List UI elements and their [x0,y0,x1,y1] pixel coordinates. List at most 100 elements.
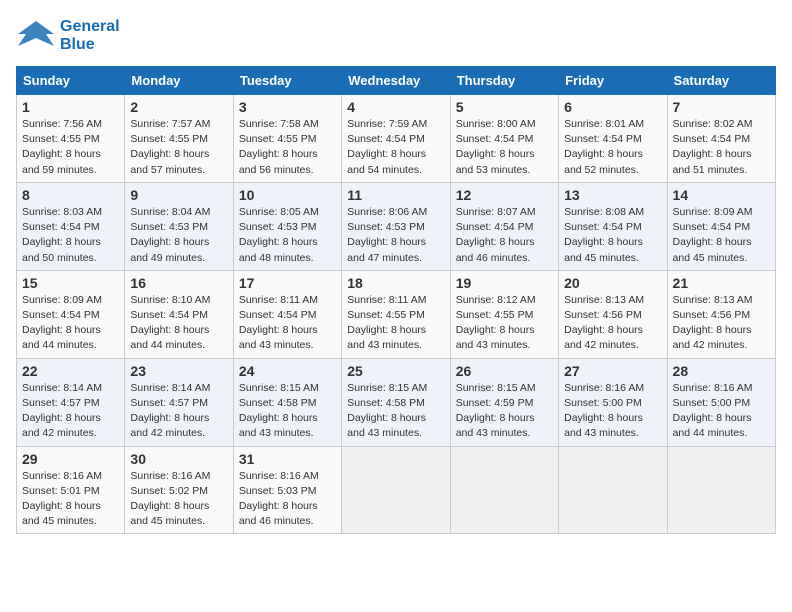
calendar-cell: 28Sunrise: 8:16 AMSunset: 5:00 PMDayligh… [667,358,775,446]
calendar-cell: 25 Sunrise: 8:15 AMSunset: 4:58 PMDayligh… [342,358,450,446]
calendar-cell: 22 Sunrise: 8:14 AMSunset: 4:57 PMDayligh… [17,358,125,446]
day-number: 19 [456,275,553,291]
day-detail: Sunrise: 8:14 AMSunset: 4:57 PMDaylight:… [22,381,119,442]
day-detail: Sunrise: 8:09 AMSunset: 4:54 PMDaylight:… [22,293,119,354]
day-detail: Sunrise: 8:04 AMSunset: 4:53 PMDaylight:… [130,205,227,266]
day-number: 16 [130,275,227,291]
day-detail: Sunrise: 8:15 AMSunset: 4:59 PMDaylight:… [456,381,553,442]
calendar-cell: 27 Sunrise: 8:16 AMSunset: 5:00 PMDayligh… [559,358,667,446]
day-number: 10 [239,187,336,203]
calendar-cell [667,446,775,534]
day-number: 28 [673,363,770,379]
day-number: 12 [456,187,553,203]
calendar-cell: 18 Sunrise: 8:11 AMSunset: 4:55 PMDayligh… [342,270,450,358]
day-number: 18 [347,275,444,291]
calendar-cell: 15 Sunrise: 8:09 AMSunset: 4:54 PMDayligh… [17,270,125,358]
day-number: 29 [22,451,119,467]
day-number: 8 [22,187,119,203]
day-detail: Sunrise: 8:03 AMSunset: 4:54 PMDaylight:… [22,205,119,266]
calendar-cell: 5 Sunrise: 8:00 AMSunset: 4:54 PMDaylight… [450,95,558,183]
day-detail: Sunrise: 8:09 AMSunset: 4:54 PMDaylight:… [673,205,770,266]
day-number: 27 [564,363,661,379]
day-detail: Sunrise: 8:02 AMSunset: 4:54 PMDaylight:… [673,117,770,178]
day-detail: Sunrise: 8:00 AMSunset: 4:54 PMDaylight:… [456,117,553,178]
day-number: 21 [673,275,770,291]
day-number: 20 [564,275,661,291]
day-number: 25 [347,363,444,379]
calendar-cell: 10 Sunrise: 8:05 AMSunset: 4:53 PMDayligh… [233,182,341,270]
calendar-cell: 14 Sunrise: 8:09 AMSunset: 4:54 PMDayligh… [667,182,775,270]
day-detail: Sunrise: 8:11 AMSunset: 4:55 PMDaylight:… [347,293,444,354]
day-detail: Sunrise: 8:16 AMSunset: 5:00 PMDaylight:… [564,381,661,442]
calendar-cell: 29 Sunrise: 8:16 AMSunset: 5:01 PMDayligh… [17,446,125,534]
day-detail: Sunrise: 8:13 AMSunset: 4:56 PMDaylight:… [673,293,770,354]
day-number: 1 [22,99,119,115]
day-detail: Sunrise: 8:05 AMSunset: 4:53 PMDaylight:… [239,205,336,266]
logo-text: General Blue [60,18,120,53]
day-number: 15 [22,275,119,291]
logo: General Blue [16,16,120,56]
day-detail: Sunrise: 8:16 AMSunset: 5:01 PMDaylight:… [22,469,119,530]
day-detail: Sunrise: 8:11 AMSunset: 4:54 PMDaylight:… [239,293,336,354]
calendar-cell: 6 Sunrise: 8:01 AMSunset: 4:54 PMDaylight… [559,95,667,183]
weekday-header: Monday [125,67,233,95]
calendar-row: 8 Sunrise: 8:03 AMSunset: 4:54 PMDaylight… [17,182,776,270]
day-detail: Sunrise: 8:16 AMSunset: 5:02 PMDaylight:… [130,469,227,530]
day-number: 24 [239,363,336,379]
calendar-cell: 16Sunrise: 8:10 AMSunset: 4:54 PMDayligh… [125,270,233,358]
day-number: 6 [564,99,661,115]
calendar-cell [450,446,558,534]
calendar-cell: 3Sunrise: 7:58 AMSunset: 4:55 PMDaylight… [233,95,341,183]
day-detail: Sunrise: 8:15 AMSunset: 4:58 PMDaylight:… [239,381,336,442]
day-detail: Sunrise: 8:13 AMSunset: 4:56 PMDaylight:… [564,293,661,354]
day-detail: Sunrise: 7:57 AMSunset: 4:55 PMDaylight:… [130,117,227,178]
day-detail: Sunrise: 8:01 AMSunset: 4:54 PMDaylight:… [564,117,661,178]
day-number: 13 [564,187,661,203]
day-number: 4 [347,99,444,115]
day-detail: Sunrise: 8:07 AMSunset: 4:54 PMDaylight:… [456,205,553,266]
calendar-cell: 8 Sunrise: 8:03 AMSunset: 4:54 PMDaylight… [17,182,125,270]
calendar-cell: 4 Sunrise: 7:59 AMSunset: 4:54 PMDaylight… [342,95,450,183]
calendar-cell: 21 Sunrise: 8:13 AMSunset: 4:56 PMDayligh… [667,270,775,358]
calendar-row: 15 Sunrise: 8:09 AMSunset: 4:54 PMDayligh… [17,270,776,358]
day-number: 11 [347,187,444,203]
weekday-header: Sunday [17,67,125,95]
calendar-cell: 1Sunrise: 7:56 AMSunset: 4:55 PMDaylight… [17,95,125,183]
calendar-cell: 23Sunrise: 8:14 AMSunset: 4:57 PMDayligh… [125,358,233,446]
calendar-cell: 20 Sunrise: 8:13 AMSunset: 4:56 PMDayligh… [559,270,667,358]
calendar-cell [342,446,450,534]
calendar-cell: 11 Sunrise: 8:06 AMSunset: 4:53 PMDayligh… [342,182,450,270]
day-number: 26 [456,363,553,379]
calendar-cell: 12 Sunrise: 8:07 AMSunset: 4:54 PMDayligh… [450,182,558,270]
calendar-cell: 24 Sunrise: 8:15 AMSunset: 4:58 PMDayligh… [233,358,341,446]
day-detail: Sunrise: 7:59 AMSunset: 4:54 PMDaylight:… [347,117,444,178]
calendar-cell: 26 Sunrise: 8:15 AMSunset: 4:59 PMDayligh… [450,358,558,446]
day-number: 22 [22,363,119,379]
calendar-cell: 31Sunrise: 8:16 AMSunset: 5:03 PMDayligh… [233,446,341,534]
calendar-cell: 19 Sunrise: 8:12 AMSunset: 4:55 PMDayligh… [450,270,558,358]
weekday-header: Tuesday [233,67,341,95]
calendar-cell: 2 Sunrise: 7:57 AMSunset: 4:55 PMDaylight… [125,95,233,183]
calendar-cell: 30 Sunrise: 8:16 AMSunset: 5:02 PMDayligh… [125,446,233,534]
day-number: 14 [673,187,770,203]
day-number: 31 [239,451,336,467]
day-number: 30 [130,451,227,467]
calendar-row: 1Sunrise: 7:56 AMSunset: 4:55 PMDaylight… [17,95,776,183]
day-number: 17 [239,275,336,291]
calendar-row: 29 Sunrise: 8:16 AMSunset: 5:01 PMDayligh… [17,446,776,534]
calendar-cell: 13 Sunrise: 8:08 AMSunset: 4:54 PMDayligh… [559,182,667,270]
day-detail: Sunrise: 8:06 AMSunset: 4:53 PMDaylight:… [347,205,444,266]
day-number: 5 [456,99,553,115]
page-header: General Blue [16,16,776,56]
day-number: 3 [239,99,336,115]
day-number: 9 [130,187,227,203]
day-detail: Sunrise: 8:14 AMSunset: 4:57 PMDaylight:… [130,381,227,442]
day-detail: Sunrise: 8:15 AMSunset: 4:58 PMDaylight:… [347,381,444,442]
logo-bird-icon [16,16,56,56]
day-number: 2 [130,99,227,115]
day-number: 7 [673,99,770,115]
calendar-table: SundayMondayTuesdayWednesdayThursdayFrid… [16,66,776,534]
day-detail: Sunrise: 8:08 AMSunset: 4:54 PMDaylight:… [564,205,661,266]
day-detail: Sunrise: 8:12 AMSunset: 4:55 PMDaylight:… [456,293,553,354]
calendar-cell [559,446,667,534]
